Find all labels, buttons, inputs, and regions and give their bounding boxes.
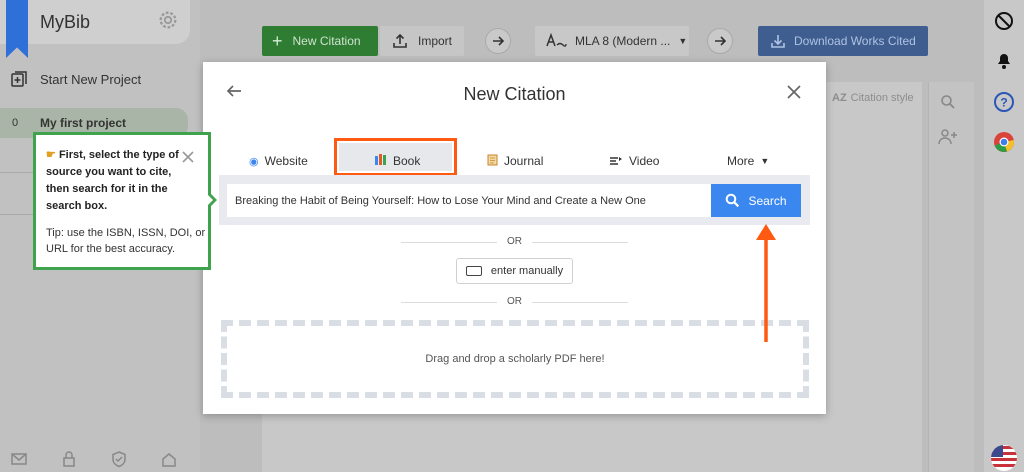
gear-icon[interactable] — [157, 9, 179, 31]
tab-more[interactable]: More ▼ — [727, 150, 769, 172]
import-label: Import — [418, 34, 453, 48]
project-name[interactable]: My first project — [40, 116, 126, 130]
tab-more-label: More — [727, 154, 755, 168]
shield-icon[interactable] — [110, 450, 128, 468]
home-icon[interactable] — [160, 450, 178, 468]
or-separator: OR — [507, 236, 522, 247]
download-label: Download Works Cited — [794, 34, 916, 48]
help-icon[interactable]: ? — [993, 91, 1015, 113]
close-icon[interactable] — [182, 151, 194, 163]
scroll-icon — [487, 154, 498, 169]
divider-line — [532, 302, 628, 303]
project-count: 0 — [12, 117, 19, 129]
caret-down-icon: ▼ — [678, 36, 688, 46]
search-button[interactable]: Search — [711, 184, 801, 217]
add-user-icon[interactable] — [938, 128, 958, 146]
sort-az-icon: AZ — [832, 92, 847, 104]
search-icon — [726, 193, 740, 208]
enter-manually-label: enter manually — [490, 265, 564, 277]
search-icon[interactable] — [940, 94, 956, 110]
globe-icon: ◉ — [249, 155, 259, 168]
tab-website[interactable]: ◉ Website — [249, 150, 308, 172]
tooltip-pointer-inner — [206, 193, 213, 207]
modal-title: New Citation — [463, 84, 566, 104]
divider-line — [532, 242, 628, 243]
text-style-icon — [546, 33, 567, 47]
tooltip-main-label: First, select the type of source you wan… — [46, 149, 179, 212]
new-citation-button[interactable]: + New Citation — [262, 26, 378, 56]
tab-book[interactable]: Book — [375, 150, 420, 172]
tab-video-label: Video — [629, 154, 660, 168]
new-citation-modal: New Citation ◉ Website Book Journal Vide… — [203, 62, 826, 414]
dropzone-label: Drag and drop a scholarly PDF here! — [425, 353, 605, 365]
tooltip-hint: Tip: use the ISBN, ISSN, DOI, or URL for… — [46, 227, 206, 255]
browser-extension-bar — [984, 0, 1024, 472]
arrow-right-icon — [715, 36, 727, 46]
enter-manually-button[interactable]: enter manually — [456, 258, 573, 284]
tooltip-main-text: ☛ First, select the type of source you w… — [46, 147, 186, 215]
citation-style-label: Citation style — [850, 92, 914, 104]
upload-icon — [393, 33, 407, 48]
download-works-cited-button[interactable]: Download Works Cited — [758, 26, 928, 56]
tab-video[interactable]: Video — [609, 150, 659, 172]
new-project-icon[interactable] — [10, 70, 28, 88]
new-citation-label: New Citation — [292, 34, 361, 48]
pdf-dropzone[interactable]: Drag and drop a scholarly PDF here! — [221, 320, 809, 398]
lock-icon[interactable] — [60, 450, 78, 468]
app-name: MyBib — [40, 12, 91, 32]
or-separator: OR — [507, 296, 522, 307]
next-arrow-button[interactable] — [707, 28, 733, 54]
arrow-right-icon — [493, 36, 505, 46]
download-icon — [771, 35, 785, 48]
block-icon[interactable] — [993, 10, 1015, 32]
keyboard-icon — [465, 266, 482, 276]
citation-style-value: MLA 8 (Modern ... — [575, 34, 671, 48]
search-button-label: Search — [748, 193, 787, 208]
pointing-hand-icon: ☛ — [46, 149, 56, 161]
tab-journal[interactable]: Journal — [487, 150, 543, 172]
tab-website-label: Website — [264, 154, 308, 168]
start-new-project-link[interactable]: Start New Project — [40, 72, 141, 87]
tab-journal-label: Journal — [504, 154, 544, 168]
import-button[interactable]: Import — [380, 26, 464, 56]
chrome-icon[interactable] — [993, 131, 1015, 153]
video-icon — [609, 155, 623, 168]
books-icon — [375, 154, 387, 168]
caret-down-icon: ▼ — [760, 156, 770, 166]
svg-text:?: ? — [1000, 96, 1007, 110]
annotation-arrow-icon — [756, 224, 776, 342]
close-icon[interactable] — [786, 84, 802, 100]
citation-style-sort[interactable]: AZ Citation style — [832, 92, 914, 104]
next-arrow-button[interactable] — [485, 28, 511, 54]
search-input[interactable] — [227, 184, 711, 217]
plus-icon: + — [272, 30, 283, 51]
onboarding-tooltip: ☛ First, select the type of source you w… — [33, 132, 211, 270]
us-flag-icon[interactable] — [990, 444, 1018, 472]
mail-icon[interactable] — [10, 450, 28, 468]
bell-icon[interactable] — [995, 50, 1013, 70]
citation-style-select[interactable]: MLA 8 (Modern ... ▼ — [535, 26, 689, 56]
tab-book-label: Book — [393, 154, 421, 168]
